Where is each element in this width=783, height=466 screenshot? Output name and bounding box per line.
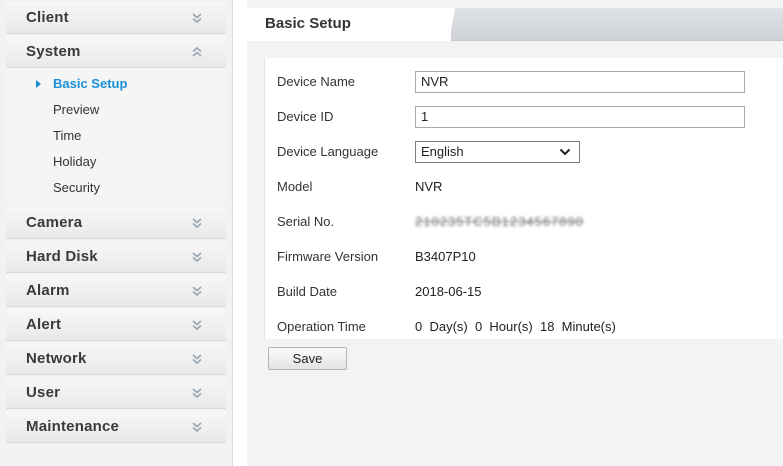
menu-label: System — [26, 43, 81, 60]
chevron-double-down-icon — [192, 353, 202, 364]
menu-hard-disk[interactable]: Hard Disk — [6, 241, 226, 273]
menu-label: Alarm — [26, 282, 70, 299]
device-name-label: Device Name — [277, 74, 356, 89]
submenu-security[interactable]: Security — [6, 175, 226, 201]
operation-time-label: Operation Time — [277, 319, 366, 334]
menu-label: Client — [26, 9, 69, 26]
menu-client[interactable]: Client — [6, 2, 226, 34]
chevron-double-down-icon — [192, 421, 202, 432]
chevron-double-down-icon — [192, 217, 202, 228]
device-language-label: Device Language — [277, 144, 379, 159]
operation-time-value: 0 Day(s) 0 Hour(s) 18 Minute(s) — [415, 319, 616, 334]
menu-user[interactable]: User — [6, 377, 226, 409]
submenu-basic-setup[interactable]: Basic Setup — [6, 71, 226, 97]
model-value: NVR — [415, 179, 443, 194]
chevron-down-icon — [559, 148, 571, 155]
device-id-label: Device ID — [277, 109, 334, 124]
row-model: Model NVR — [265, 169, 783, 204]
device-language-value: English — [421, 144, 464, 159]
tab-bar: Basic Setup — [247, 8, 783, 41]
row-operation-time: Operation Time 0 Day(s) 0 Hour(s) 18 Min… — [265, 309, 783, 344]
firmware-version-value: B3407P10 — [415, 249, 476, 264]
row-device-language: Device Language English — [265, 134, 783, 169]
menu-label: Camera — [26, 214, 83, 231]
basic-setup-form: Device Name Device ID Device Language En… — [264, 58, 783, 339]
submenu-holiday[interactable]: Holiday — [6, 149, 226, 175]
build-date-label: Build Date — [277, 284, 337, 299]
menu-system[interactable]: System — [6, 36, 226, 68]
device-id-input[interactable] — [415, 105, 745, 128]
device-language-select[interactable]: English — [415, 140, 580, 163]
sidebar: Client System Basic Setup Preview Time H… — [0, 0, 233, 466]
row-build-date: Build Date 2018-06-15 — [265, 274, 783, 309]
menu-label: Alert — [26, 316, 62, 333]
chevron-double-down-icon — [192, 12, 202, 23]
save-button[interactable]: Save — [268, 347, 347, 370]
chevron-double-down-icon — [192, 387, 202, 398]
active-arrow-icon — [36, 80, 41, 88]
model-label: Model — [277, 179, 313, 194]
menu-maintenance[interactable]: Maintenance — [6, 411, 226, 443]
menu-label: Network — [26, 350, 87, 367]
menu-camera[interactable]: Camera — [6, 207, 226, 239]
firmware-version-label: Firmware Version — [277, 249, 379, 264]
submenu-preview[interactable]: Preview — [6, 97, 226, 123]
row-device-name: Device Name — [265, 64, 783, 99]
chevron-double-down-icon — [192, 251, 202, 262]
chevron-double-up-icon — [192, 46, 202, 57]
serial-no-value: 210235TC5B1234567890 — [415, 214, 584, 229]
main-panel: Basic Setup Device Name Device ID Device… — [247, 0, 783, 466]
row-device-id: Device ID — [265, 99, 783, 134]
serial-no-label: Serial No. — [277, 214, 335, 229]
menu-alert[interactable]: Alert — [6, 309, 226, 341]
submenu-time[interactable]: Time — [6, 123, 226, 149]
device-name-input[interactable] — [415, 70, 745, 93]
menu-alarm[interactable]: Alarm — [6, 275, 226, 307]
menu-label: Maintenance — [26, 418, 120, 435]
menu-label: User — [26, 384, 61, 401]
menu-label: Hard Disk — [26, 248, 98, 265]
system-submenu: Basic Setup Preview Time Holiday Securit… — [6, 68, 226, 205]
chevron-double-down-icon — [192, 319, 202, 330]
chevron-double-down-icon — [192, 285, 202, 296]
menu-network[interactable]: Network — [6, 343, 226, 375]
row-firmware-version: Firmware Version B3407P10 — [265, 239, 783, 274]
build-date-value: 2018-06-15 — [415, 284, 482, 299]
tab-basic-setup[interactable]: Basic Setup — [247, 8, 459, 41]
row-serial-no: Serial No. 210235TC5B1234567890 — [265, 204, 783, 239]
